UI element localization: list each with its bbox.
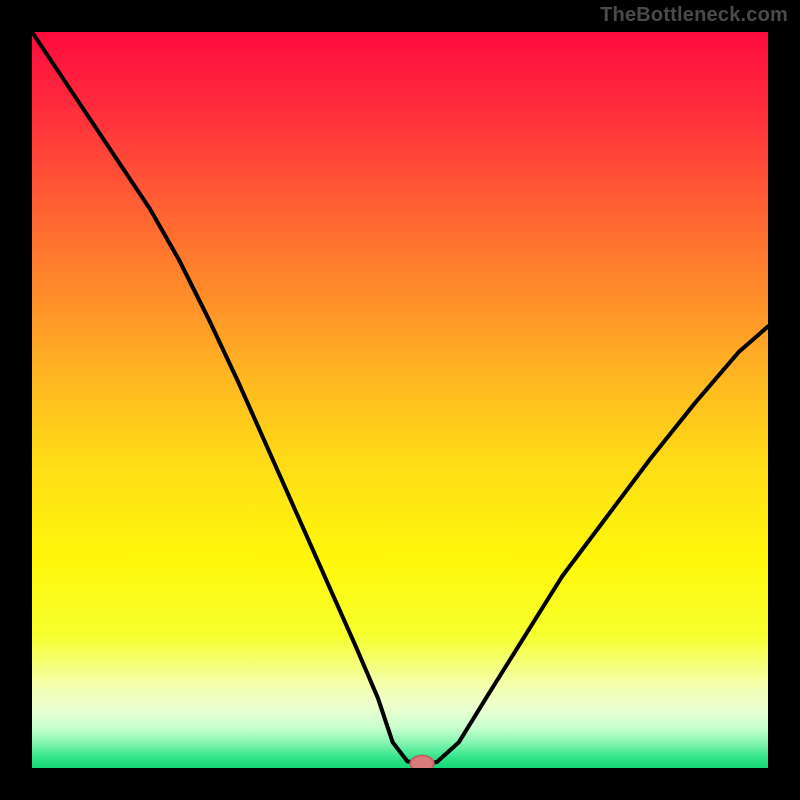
watermark-text: TheBottleneck.com — [600, 4, 788, 27]
gradient-background — [32, 32, 768, 768]
chart-frame: TheBottleneck.com — [0, 0, 800, 800]
optimal-point-marker — [410, 755, 434, 768]
plot-area — [32, 32, 768, 768]
plot-svg — [32, 32, 768, 768]
